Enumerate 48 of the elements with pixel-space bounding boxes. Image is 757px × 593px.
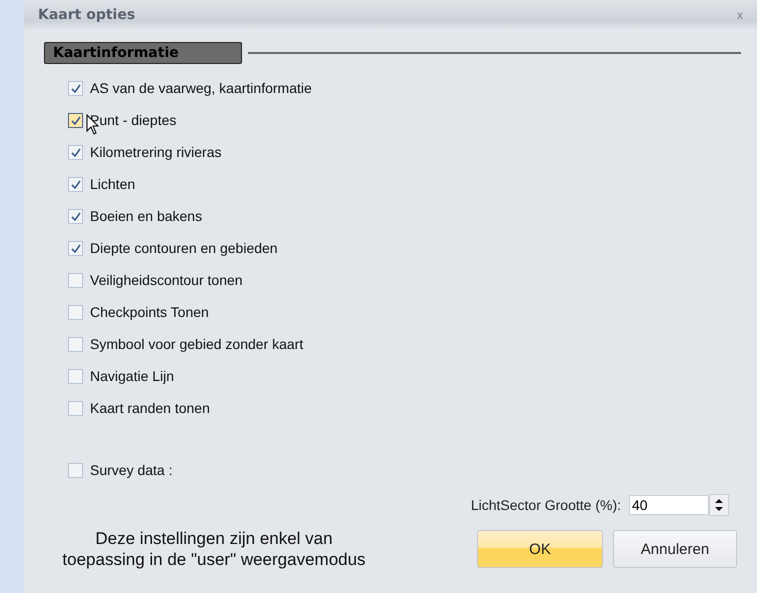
checkbox[interactable] [68, 272, 83, 288]
option-label: Diepte contouren en gebieden [90, 240, 278, 256]
checkbox[interactable] [68, 336, 83, 352]
window-title: Kaart opties [38, 7, 136, 23]
checkbox-option[interactable]: Diepte contouren en gebieden [68, 238, 741, 258]
checkbox[interactable] [68, 144, 83, 160]
checkbox-option[interactable]: Symbool voor gebied zonder kaart [68, 334, 741, 354]
checkbox[interactable] [68, 208, 83, 224]
checkbox-option[interactable]: AS van de vaarweg, kaartinformatie [68, 78, 741, 98]
checkmark-icon [70, 244, 80, 252]
checkmark-icon [70, 212, 80, 220]
checkmark-icon [70, 84, 80, 92]
option-label: Boeien en bakens [90, 208, 202, 224]
cancel-button[interactable]: Annuleren [613, 530, 737, 568]
number-field[interactable]: 40 [629, 495, 709, 515]
checkbox[interactable] [68, 80, 83, 96]
checkbox[interactable] [68, 304, 83, 320]
sector-size-label: LichtSector Grootte (%): [470, 497, 621, 513]
checkbox-option[interactable]: Kaart randen tonen [68, 398, 741, 418]
option-label: Kaart randen tonen [90, 400, 210, 416]
section-title: Kaartinformatie [44, 42, 242, 64]
option-label: Symbool voor gebied zonder kaart [90, 336, 304, 352]
option-label: Navigatie Lijn [90, 368, 174, 384]
checkbox-option[interactable]: Veiligheidscontour tonen [68, 270, 741, 290]
option-label: Survey data : [90, 462, 172, 478]
spinner-arrows-icon[interactable] [709, 494, 729, 516]
checkbox-option[interactable]: Boeien en bakens [68, 206, 741, 226]
checkbox-option[interactable]: Navigatie Lijn [68, 366, 741, 386]
checkmark-icon [70, 116, 80, 124]
option-label: Kilometrering rivieras [90, 144, 222, 160]
checkbox[interactable] [68, 176, 83, 192]
info-note: Deze instellingen zijn enkel van toepassing in de "user" weergavemodus [61, 528, 367, 570]
option-label: Lichten [90, 176, 136, 192]
checkbox[interactable] [68, 368, 83, 384]
option-label: Veiligheidscontour tonen [90, 272, 243, 288]
checkbox-option[interactable]: Lichten [68, 174, 741, 194]
checkmark-icon [70, 180, 80, 188]
checkbox-option[interactable]: Checkpoints Tonen [68, 302, 741, 322]
checkbox[interactable] [68, 400, 83, 416]
checkmark-icon [70, 148, 80, 156]
checkbox[interactable] [68, 112, 83, 128]
checkbox-option[interactable]: Kilometrering rivieras [68, 142, 741, 162]
checkbox[interactable] [68, 462, 83, 478]
ok-button[interactable]: OK [477, 530, 603, 568]
checkbox-option[interactable]: Survey data : [68, 460, 741, 480]
checkbox[interactable] [68, 240, 83, 256]
option-label: AS van de vaarweg, kaartinformatie [90, 80, 312, 96]
option-label: Checkpoints Tonen [90, 304, 209, 320]
